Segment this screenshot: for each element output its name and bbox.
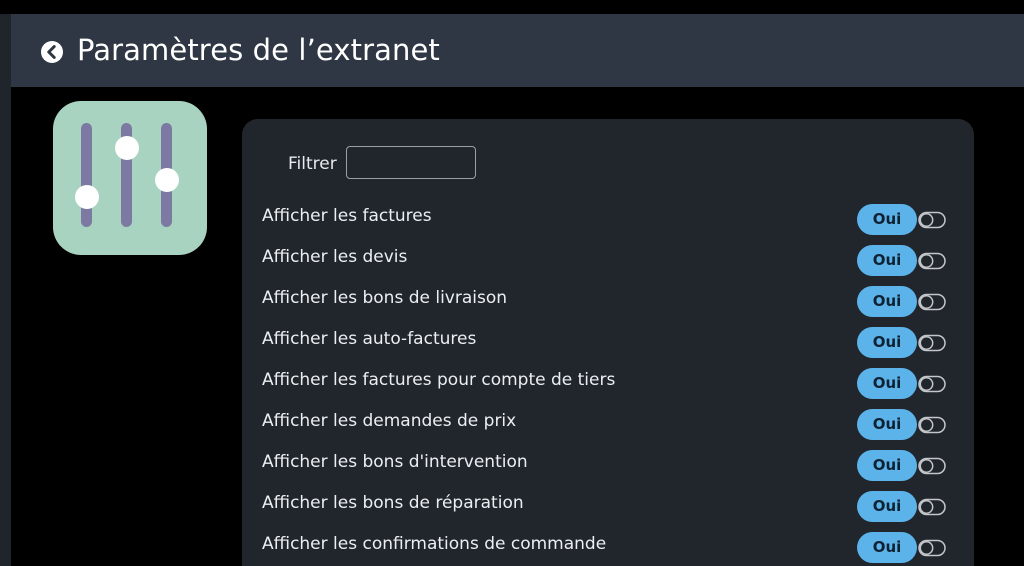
setting-row: Afficher les confirmations de commande Ou…: [242, 532, 974, 566]
extranet-settings-page: Paramètres de l’extranet Filtrer Affiche…: [0, 0, 1024, 566]
sliders-icon: [53, 101, 207, 255]
setting-row: Afficher les bons d'intervention Oui: [242, 450, 974, 490]
slider-knob: [75, 185, 99, 209]
page-title: Paramètres de l’extranet: [77, 33, 440, 67]
setting-row: Afficher les bons de réparation Oui: [242, 491, 974, 531]
setting-label: Afficher les bons d'intervention: [262, 452, 528, 472]
page-header: Paramètres de l’extranet: [11, 14, 1024, 87]
toggle-icon[interactable]: [918, 252, 946, 270]
setting-value-badge[interactable]: Oui: [857, 532, 917, 563]
setting-label: Afficher les demandes de prix: [262, 411, 517, 431]
setting-row: Afficher les devis Oui: [242, 245, 974, 285]
setting-value-badge[interactable]: Oui: [857, 245, 917, 276]
slider-knob: [155, 168, 179, 192]
toggle-icon[interactable]: [918, 416, 946, 434]
setting-value-badge[interactable]: Oui: [857, 450, 917, 481]
setting-row: Afficher les demandes de prix Oui: [242, 409, 974, 449]
slider-knob: [115, 136, 139, 160]
setting-value-badge[interactable]: Oui: [857, 204, 917, 235]
filter-label: Filtrer: [288, 154, 337, 174]
toggle-icon[interactable]: [918, 457, 946, 475]
setting-row: Afficher les factures pour compte de tie…: [242, 368, 974, 408]
setting-row: Afficher les auto-factures Oui: [242, 327, 974, 367]
toggle-icon[interactable]: [918, 293, 946, 311]
setting-row: Afficher les bons de livraison Oui: [242, 286, 974, 326]
setting-value-badge[interactable]: Oui: [857, 286, 917, 317]
setting-label: Afficher les bons de réparation: [262, 493, 524, 513]
toggle-icon[interactable]: [918, 375, 946, 393]
toggle-icon[interactable]: [918, 211, 946, 229]
slider-track: [81, 123, 92, 227]
toggle-icon[interactable]: [918, 498, 946, 516]
settings-panel: Filtrer Afficher les factures Oui Afficher…: [242, 119, 974, 566]
toggle-icon[interactable]: [918, 334, 946, 352]
setting-label: Afficher les devis: [262, 247, 408, 267]
toggle-icon[interactable]: [918, 539, 946, 557]
setting-label: Afficher les factures pour compte de tie…: [262, 370, 616, 390]
chevron-left-circle-icon[interactable]: [41, 41, 63, 63]
filter-input[interactable]: [346, 146, 476, 179]
setting-value-badge[interactable]: Oui: [857, 491, 917, 522]
setting-value-badge[interactable]: Oui: [857, 327, 917, 358]
setting-label: Afficher les factures: [262, 206, 432, 226]
setting-row: Afficher les factures Oui: [242, 204, 974, 244]
setting-label: Afficher les bons de livraison: [262, 288, 508, 308]
setting-value-badge[interactable]: Oui: [857, 368, 917, 399]
left-edge-strip: [0, 14, 11, 566]
setting-value-badge[interactable]: Oui: [857, 409, 917, 440]
setting-label: Afficher les auto-factures: [262, 329, 477, 349]
setting-label: Afficher les confirmations de commande: [262, 534, 607, 554]
